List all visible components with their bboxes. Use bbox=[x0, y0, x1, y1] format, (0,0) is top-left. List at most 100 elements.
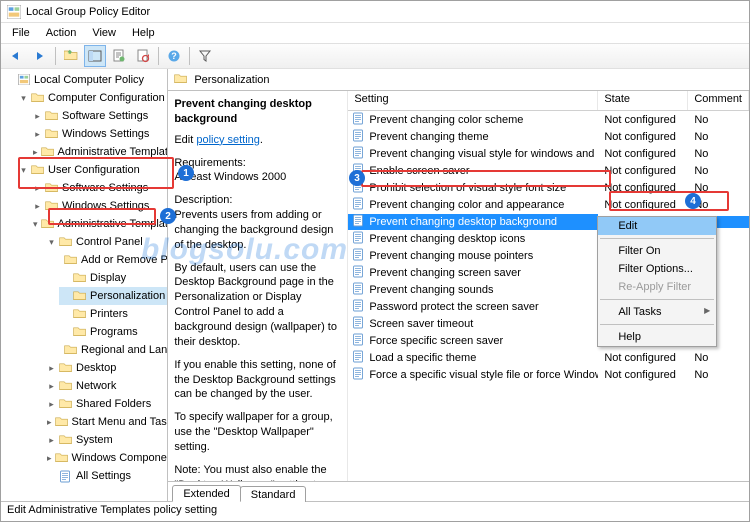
tree-control-panel[interactable]: ▾Control Panel bbox=[45, 233, 167, 251]
ctx-help[interactable]: Help bbox=[598, 328, 716, 346]
menu-action[interactable]: Action bbox=[39, 25, 84, 41]
expand-icon[interactable]: ▸ bbox=[47, 454, 52, 463]
col-comment[interactable]: Comment bbox=[688, 91, 749, 110]
tree-item[interactable]: Regional and Language Options bbox=[59, 341, 167, 359]
tree-root[interactable]: Local Computer Policy bbox=[3, 71, 167, 89]
scroll-icon bbox=[352, 282, 365, 298]
collapse-icon[interactable]: ▾ bbox=[47, 238, 56, 247]
expand-icon[interactable]: ▸ bbox=[47, 400, 56, 409]
folder-icon bbox=[45, 200, 59, 212]
menu-help[interactable]: Help bbox=[125, 25, 162, 41]
back-button[interactable] bbox=[5, 45, 27, 67]
description-text: If you enable this setting, none of the … bbox=[174, 358, 339, 403]
app-icon bbox=[7, 5, 21, 19]
expand-icon[interactable]: ▸ bbox=[33, 130, 42, 139]
description-pane: Prevent changing desktop background Edit… bbox=[168, 91, 348, 481]
tab-extended[interactable]: Extended bbox=[172, 485, 240, 502]
scroll-icon bbox=[352, 214, 365, 230]
setting-row[interactable]: Prevent changing color schemeNot configu… bbox=[348, 111, 749, 128]
folder-icon bbox=[41, 146, 55, 158]
tree-item[interactable]: ▸Network bbox=[45, 377, 167, 395]
collapse-icon[interactable]: ▾ bbox=[19, 166, 28, 175]
tree-item[interactable]: ▸Shared Folders bbox=[45, 395, 167, 413]
expand-icon[interactable]: ▸ bbox=[47, 418, 52, 427]
expand-icon[interactable]: ▸ bbox=[33, 112, 42, 121]
tree-item[interactable]: ▸Windows Components bbox=[45, 449, 167, 467]
properties-button[interactable] bbox=[108, 45, 130, 67]
context-menu[interactable]: Edit Filter On Filter Options... Re-Appl… bbox=[597, 216, 717, 347]
filter-button[interactable] bbox=[194, 45, 216, 67]
setting-row[interactable]: Prevent changing themeNot configuredNo bbox=[348, 128, 749, 145]
setting-state: Not configured bbox=[598, 114, 688, 126]
tree-item[interactable]: Add or Remove Programs bbox=[59, 251, 167, 269]
expand-icon[interactable]: ▸ bbox=[47, 382, 56, 391]
scroll-icon bbox=[352, 299, 365, 315]
tree-personalization[interactable]: Personalization bbox=[59, 287, 167, 305]
tree-pane[interactable]: Local Computer Policy ▾Computer Configur… bbox=[1, 69, 168, 501]
menu-file[interactable]: File bbox=[5, 25, 37, 41]
expand-icon[interactable]: ▸ bbox=[33, 184, 42, 193]
tree-item[interactable]: ▸Software Settings bbox=[31, 107, 167, 125]
setting-row[interactable]: Prevent changing visual style for window… bbox=[348, 145, 749, 162]
description-text: Prevents users from adding or changing t… bbox=[174, 208, 339, 253]
expand-icon[interactable]: ▸ bbox=[47, 364, 56, 373]
setting-name: Prohibit selection of visual style font … bbox=[369, 182, 566, 194]
ctx-all-tasks[interactable]: All Tasks bbox=[598, 303, 716, 321]
refresh-button[interactable] bbox=[132, 45, 154, 67]
tree-item[interactable]: ▸System bbox=[45, 431, 167, 449]
tree-item[interactable]: Programs bbox=[59, 323, 167, 341]
folder-icon bbox=[59, 434, 73, 446]
tree-item[interactable]: Display bbox=[59, 269, 167, 287]
toolbar-separator bbox=[189, 47, 190, 65]
collapse-icon[interactable]: ▾ bbox=[19, 94, 28, 103]
ctx-filter-on[interactable]: Filter On bbox=[598, 242, 716, 260]
expand-icon[interactable]: ▸ bbox=[33, 202, 42, 211]
setting-row[interactable]: Prevent changing color and appearanceNot… bbox=[348, 196, 749, 213]
setting-name: Prevent changing screen saver bbox=[369, 267, 521, 279]
ctx-filter-options[interactable]: Filter Options... bbox=[598, 260, 716, 278]
setting-name: Prevent changing sounds bbox=[369, 284, 493, 296]
scroll-icon bbox=[352, 333, 365, 349]
setting-row[interactable]: Enable screen saverNot configuredNo bbox=[348, 162, 749, 179]
expand-icon[interactable]: ▸ bbox=[33, 148, 38, 157]
tree-item[interactable]: ▸Software Settings bbox=[31, 179, 167, 197]
forward-button[interactable] bbox=[29, 45, 51, 67]
tree-item[interactable]: ▸Administrative Templates bbox=[31, 143, 167, 161]
tree-item[interactable]: ▸Windows Settings bbox=[31, 125, 167, 143]
settings-list[interactable]: Setting State Comment Prevent changing c… bbox=[348, 91, 749, 481]
scroll-icon bbox=[59, 470, 73, 482]
collapse-icon[interactable]: ▾ bbox=[33, 220, 38, 229]
setting-row[interactable]: Prohibit selection of visual style font … bbox=[348, 179, 749, 196]
tree-item[interactable]: ▸Windows Settings bbox=[31, 197, 167, 215]
tree-admin-templates[interactable]: ▾Administrative Templates bbox=[31, 215, 167, 233]
col-setting[interactable]: Setting bbox=[348, 91, 598, 110]
folder-icon bbox=[45, 110, 59, 122]
menu-view[interactable]: View bbox=[85, 25, 123, 41]
setting-name: Password protect the screen saver bbox=[369, 301, 538, 313]
setting-state: Not configured bbox=[598, 131, 688, 143]
setting-state: Not configured bbox=[598, 182, 688, 194]
toolbar: ? bbox=[1, 43, 749, 69]
up-button[interactable] bbox=[60, 45, 82, 67]
tree-item[interactable]: Printers bbox=[59, 305, 167, 323]
tab-standard[interactable]: Standard bbox=[240, 486, 307, 502]
tree-item[interactable]: ▸Desktop bbox=[45, 359, 167, 377]
setting-name: Prevent changing visual style for window… bbox=[369, 148, 598, 160]
expand-icon[interactable]: ▸ bbox=[47, 436, 56, 445]
help-button[interactable]: ? bbox=[163, 45, 185, 67]
svg-text:?: ? bbox=[171, 51, 177, 61]
edit-policy-link[interactable]: policy setting bbox=[196, 134, 260, 146]
setting-row[interactable]: Force a specific visual style file or fo… bbox=[348, 366, 749, 383]
setting-state: Not configured bbox=[598, 148, 688, 160]
tree-all-settings[interactable]: All Settings bbox=[45, 467, 167, 485]
tree-item[interactable]: ▸Start Menu and Taskbar bbox=[45, 413, 167, 431]
tree-user-config[interactable]: ▾User Configuration bbox=[17, 161, 167, 179]
menu-separator bbox=[600, 324, 714, 325]
setting-row[interactable]: Load a specific themeNot configuredNo bbox=[348, 349, 749, 366]
folder-icon bbox=[59, 398, 73, 410]
folder-icon bbox=[45, 128, 59, 140]
ctx-edit[interactable]: Edit bbox=[598, 217, 716, 235]
col-state[interactable]: State bbox=[598, 91, 688, 110]
tree-computer-config[interactable]: ▾Computer Configuration bbox=[17, 89, 167, 107]
show-tree-button[interactable] bbox=[84, 45, 106, 67]
